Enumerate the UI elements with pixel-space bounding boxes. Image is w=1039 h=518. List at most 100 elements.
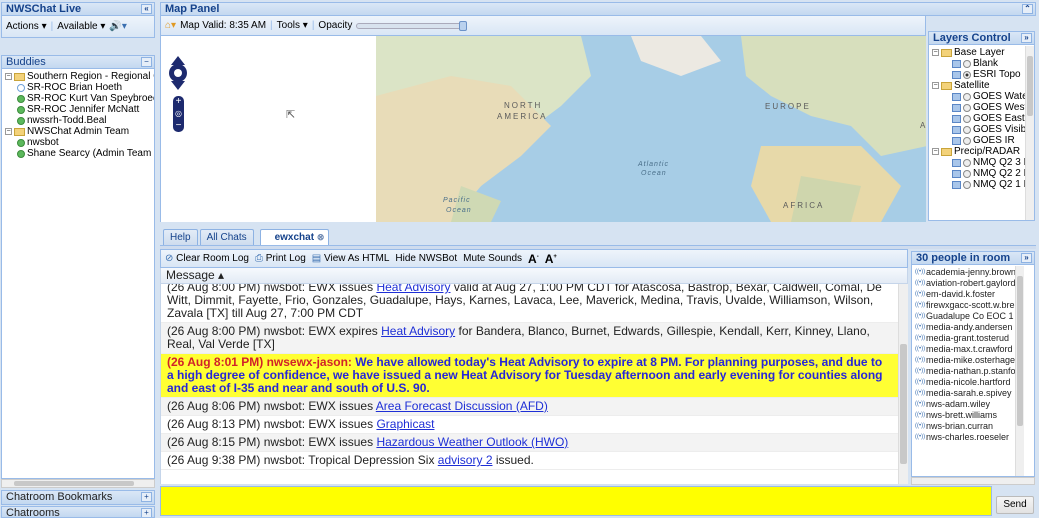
layer-item[interactable]: NMQ Q2 2 Da: [932, 168, 1034, 179]
opacity-slider[interactable]: [356, 20, 468, 31]
actions-menu[interactable]: Actions ▾: [6, 21, 47, 32]
message-column-header[interactable]: Message ▴: [160, 268, 908, 284]
buddy-item[interactable]: SR-ROC Jennifer McNatt: [5, 104, 154, 115]
person-icon: ((•)): [915, 390, 926, 396]
close-tab-icon[interactable]: ⊗: [317, 232, 325, 242]
document-icon: ▤: [311, 253, 322, 264]
folder-icon: [14, 127, 25, 136]
collapse-toggle-icon[interactable]: −: [5, 73, 12, 80]
layer-radio[interactable]: [963, 125, 971, 134]
layer-item[interactable]: GOES East Vi: [932, 113, 1034, 124]
layer-settings-icon[interactable]: [952, 70, 961, 79]
buddy-group[interactable]: − NWSChat Admin Team: [5, 126, 154, 137]
opacity-slider-thumb[interactable]: [459, 20, 468, 31]
expand-chatrooms-button[interactable]: +: [141, 508, 152, 517]
zoom-out-button[interactable]: −: [173, 120, 184, 132]
layer-settings-icon[interactable]: [952, 59, 961, 68]
zoom-in-button[interactable]: +: [173, 96, 184, 108]
collapse-toggle-icon[interactable]: −: [932, 148, 939, 155]
chatrooms-header[interactable]: Chatrooms +: [1, 506, 155, 518]
message-input[interactable]: [160, 486, 992, 516]
buddy-item[interactable]: SR-ROC Kurt Van Speybroeck: [5, 93, 154, 104]
mute-sounds-button[interactable]: Mute Sounds: [463, 253, 522, 264]
layer-radio[interactable]: [963, 169, 971, 178]
layer-group[interactable]: − Base Layer: [932, 47, 1034, 58]
collapse-toggle-icon[interactable]: −: [5, 128, 12, 135]
collapse-people-button[interactable]: »: [1021, 253, 1032, 263]
send-button[interactable]: Send: [996, 496, 1034, 514]
layer-item[interactable]: NMQ Q2 3 Da: [932, 157, 1034, 168]
layer-item[interactable]: GOES IR: [932, 135, 1034, 146]
chatroom-bookmarks-header[interactable]: Chatroom Bookmarks +: [1, 490, 155, 505]
print-log-button[interactable]: ⎙ Print Log: [255, 253, 306, 264]
clear-log-button[interactable]: ⊘ Clear Room Log: [165, 253, 249, 264]
people-hscroll[interactable]: [911, 477, 1035, 485]
product-link[interactable]: Heat Advisory: [381, 324, 455, 338]
layer-item[interactable]: ESRI Topo: [932, 69, 1034, 80]
speaker-icon[interactable]: 🔊▾: [109, 21, 126, 32]
clear-icon: ⊘: [165, 253, 174, 264]
layer-item[interactable]: GOES West Vi: [932, 102, 1034, 113]
layer-radio[interactable]: [963, 180, 971, 189]
collapse-left-button[interactable]: «: [141, 4, 152, 14]
layer-radio[interactable]: [963, 59, 971, 68]
tools-menu[interactable]: Tools ▾: [277, 20, 308, 31]
layer-radio[interactable]: [963, 114, 971, 123]
buddy-item[interactable]: Shane Searcy (Admin Team M: [5, 148, 154, 159]
collapse-toggle-icon[interactable]: −: [932, 49, 939, 56]
layers-scrollbar[interactable]: [1025, 46, 1034, 220]
collapse-layers-button[interactable]: »: [1021, 33, 1032, 43]
view-html-button[interactable]: ▤ View As HTML: [312, 253, 390, 264]
online-status-icon: [17, 149, 25, 158]
person-icon: ((•)): [915, 401, 926, 407]
decrease-font-icon[interactable]: A-: [528, 252, 539, 266]
expand-bookmarks-button[interactable]: +: [141, 492, 152, 502]
layer-settings-icon[interactable]: [952, 114, 961, 123]
label-pacific: Pacific: [443, 197, 471, 204]
layer-group[interactable]: − Precip/RADAR: [932, 146, 1034, 157]
layer-settings-icon[interactable]: [952, 169, 961, 178]
pan-control[interactable]: [167, 56, 189, 90]
collapse-buddies-button[interactable]: −: [141, 57, 152, 67]
layer-settings-icon[interactable]: [952, 136, 961, 145]
layer-item[interactable]: GOES Visible: [932, 124, 1034, 135]
tab-all-chats[interactable]: All Chats: [199, 229, 254, 245]
tab-ewxchat[interactable]: ewxchat ⊗: [259, 229, 330, 245]
increase-font-icon[interactable]: A+: [545, 252, 557, 266]
layer-item[interactable]: GOES Water V: [932, 91, 1034, 102]
collapse-toggle-icon[interactable]: −: [932, 82, 939, 89]
people-scrollbar[interactable]: [1015, 266, 1024, 476]
buddies-header[interactable]: Buddies −: [1, 55, 155, 69]
collapse-map-button[interactable]: ⌃: [1022, 4, 1033, 14]
product-link[interactable]: Graphicast: [376, 417, 434, 431]
buddy-group[interactable]: −Southern Region - Regional Oper: [5, 71, 154, 82]
layer-radio[interactable]: [963, 70, 971, 79]
message-scrollbar[interactable]: [898, 284, 908, 484]
buddy-item[interactable]: nwsbot: [5, 137, 154, 148]
hide-nwsbot-button[interactable]: Hide NWSBot: [395, 253, 457, 264]
availability-menu[interactable]: Available ▾: [57, 21, 105, 32]
layer-item[interactable]: NMQ Q2 1 Da: [932, 179, 1034, 190]
buddy-item[interactable]: SR-ROC Brian Hoeth: [5, 82, 154, 93]
layer-radio[interactable]: [963, 92, 971, 101]
layer-group[interactable]: − Satellite: [932, 80, 1034, 91]
layer-settings-icon[interactable]: [952, 92, 961, 101]
tab-help[interactable]: Help: [163, 229, 198, 245]
layer-settings-icon[interactable]: [952, 180, 961, 189]
layer-settings-icon[interactable]: [952, 158, 961, 167]
product-link[interactable]: Area Forecast Discussion (AFD): [376, 399, 548, 413]
layer-radio[interactable]: [963, 103, 971, 112]
layer-item[interactable]: Blank: [932, 58, 1034, 69]
home-icon[interactable]: ⌂▾: [165, 20, 176, 31]
product-link[interactable]: Hazardous Weather Outlook (HWO): [376, 435, 568, 449]
left-hscroll[interactable]: [1, 479, 155, 488]
layers-control-title: Layers Control »: [928, 31, 1035, 45]
layer-settings-icon[interactable]: [952, 125, 961, 134]
layer-settings-icon[interactable]: [952, 103, 961, 112]
map-view[interactable]: NORTH AMERICA EUROPE Atlantic Ocean Paci…: [160, 36, 926, 222]
product-link[interactable]: advisory 2: [438, 453, 493, 467]
layer-radio[interactable]: [963, 158, 971, 167]
zoom-world-button[interactable]: ◎: [173, 108, 184, 120]
buddy-item[interactable]: nwssrh-Todd.Beal: [5, 115, 154, 126]
layer-radio[interactable]: [963, 136, 971, 145]
